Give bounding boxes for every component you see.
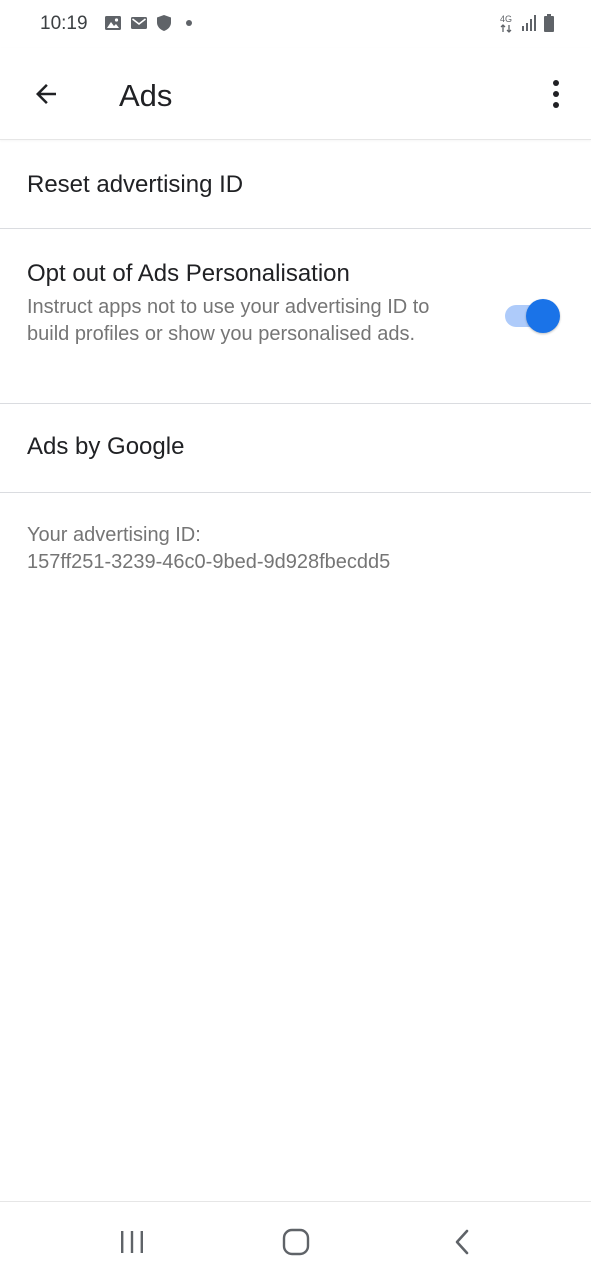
more-options-button[interactable]: [541, 72, 571, 116]
toggle-thumb: [526, 299, 560, 333]
recents-icon: [121, 1231, 143, 1253]
battery-icon: [544, 14, 554, 32]
arrow-back-icon: [36, 84, 56, 104]
recents-button[interactable]: [102, 1220, 162, 1264]
advertising-id-label: Your advertising ID:: [27, 524, 201, 546]
ads-by-google-row[interactable]: Ads by Google: [0, 404, 591, 493]
home-button[interactable]: [266, 1220, 326, 1264]
status-bar: 10:19 4G: [0, 0, 591, 48]
shield-icon: [157, 15, 171, 31]
image-icon: [105, 16, 121, 30]
opt-out-personalisation-summary: Instruct apps not to use your advertisin…: [27, 296, 430, 345]
opt-out-personalisation-row[interactable]: Opt out of Ads Personalisation Instruct …: [0, 229, 591, 404]
opt-out-personalisation-label: Opt out of Ads Personalisation: [27, 260, 350, 287]
signal-icon: [522, 15, 536, 31]
notification-icons: [104, 14, 192, 32]
system-navigation-bar: [0, 1201, 591, 1280]
nav-back-icon: [455, 1229, 469, 1255]
nav-back-button[interactable]: [432, 1220, 492, 1264]
opt-out-personalisation-toggle[interactable]: [505, 298, 561, 334]
ads-by-google-label: Ads by Google: [27, 433, 185, 460]
4g-icon: 4G: [500, 14, 512, 33]
advertising-id-note: Your advertising ID: 157ff251-3239-46c0-…: [27, 522, 567, 576]
reset-advertising-id-row[interactable]: Reset advertising ID: [0, 141, 591, 229]
status-time: 10:19: [40, 13, 88, 34]
advertising-id-value: 157ff251-3239-46c0-9bed-9d928fbecdd5: [27, 551, 391, 573]
system-icons: 4G: [499, 13, 555, 33]
svg-text:4G: 4G: [500, 14, 512, 24]
reset-advertising-id-label: Reset advertising ID: [27, 171, 244, 198]
home-icon: [282, 1228, 310, 1256]
back-button[interactable]: [24, 72, 68, 116]
mail-icon: [131, 17, 147, 29]
more-vert-icon: [553, 80, 559, 108]
ads-settings-screen: 10:19 4G Ads Reset advertising ID Opt ou…: [0, 0, 591, 1280]
more-notifications-dot: [186, 20, 192, 26]
page-title: Ads: [119, 78, 173, 113]
app-bar: Ads: [0, 48, 591, 140]
